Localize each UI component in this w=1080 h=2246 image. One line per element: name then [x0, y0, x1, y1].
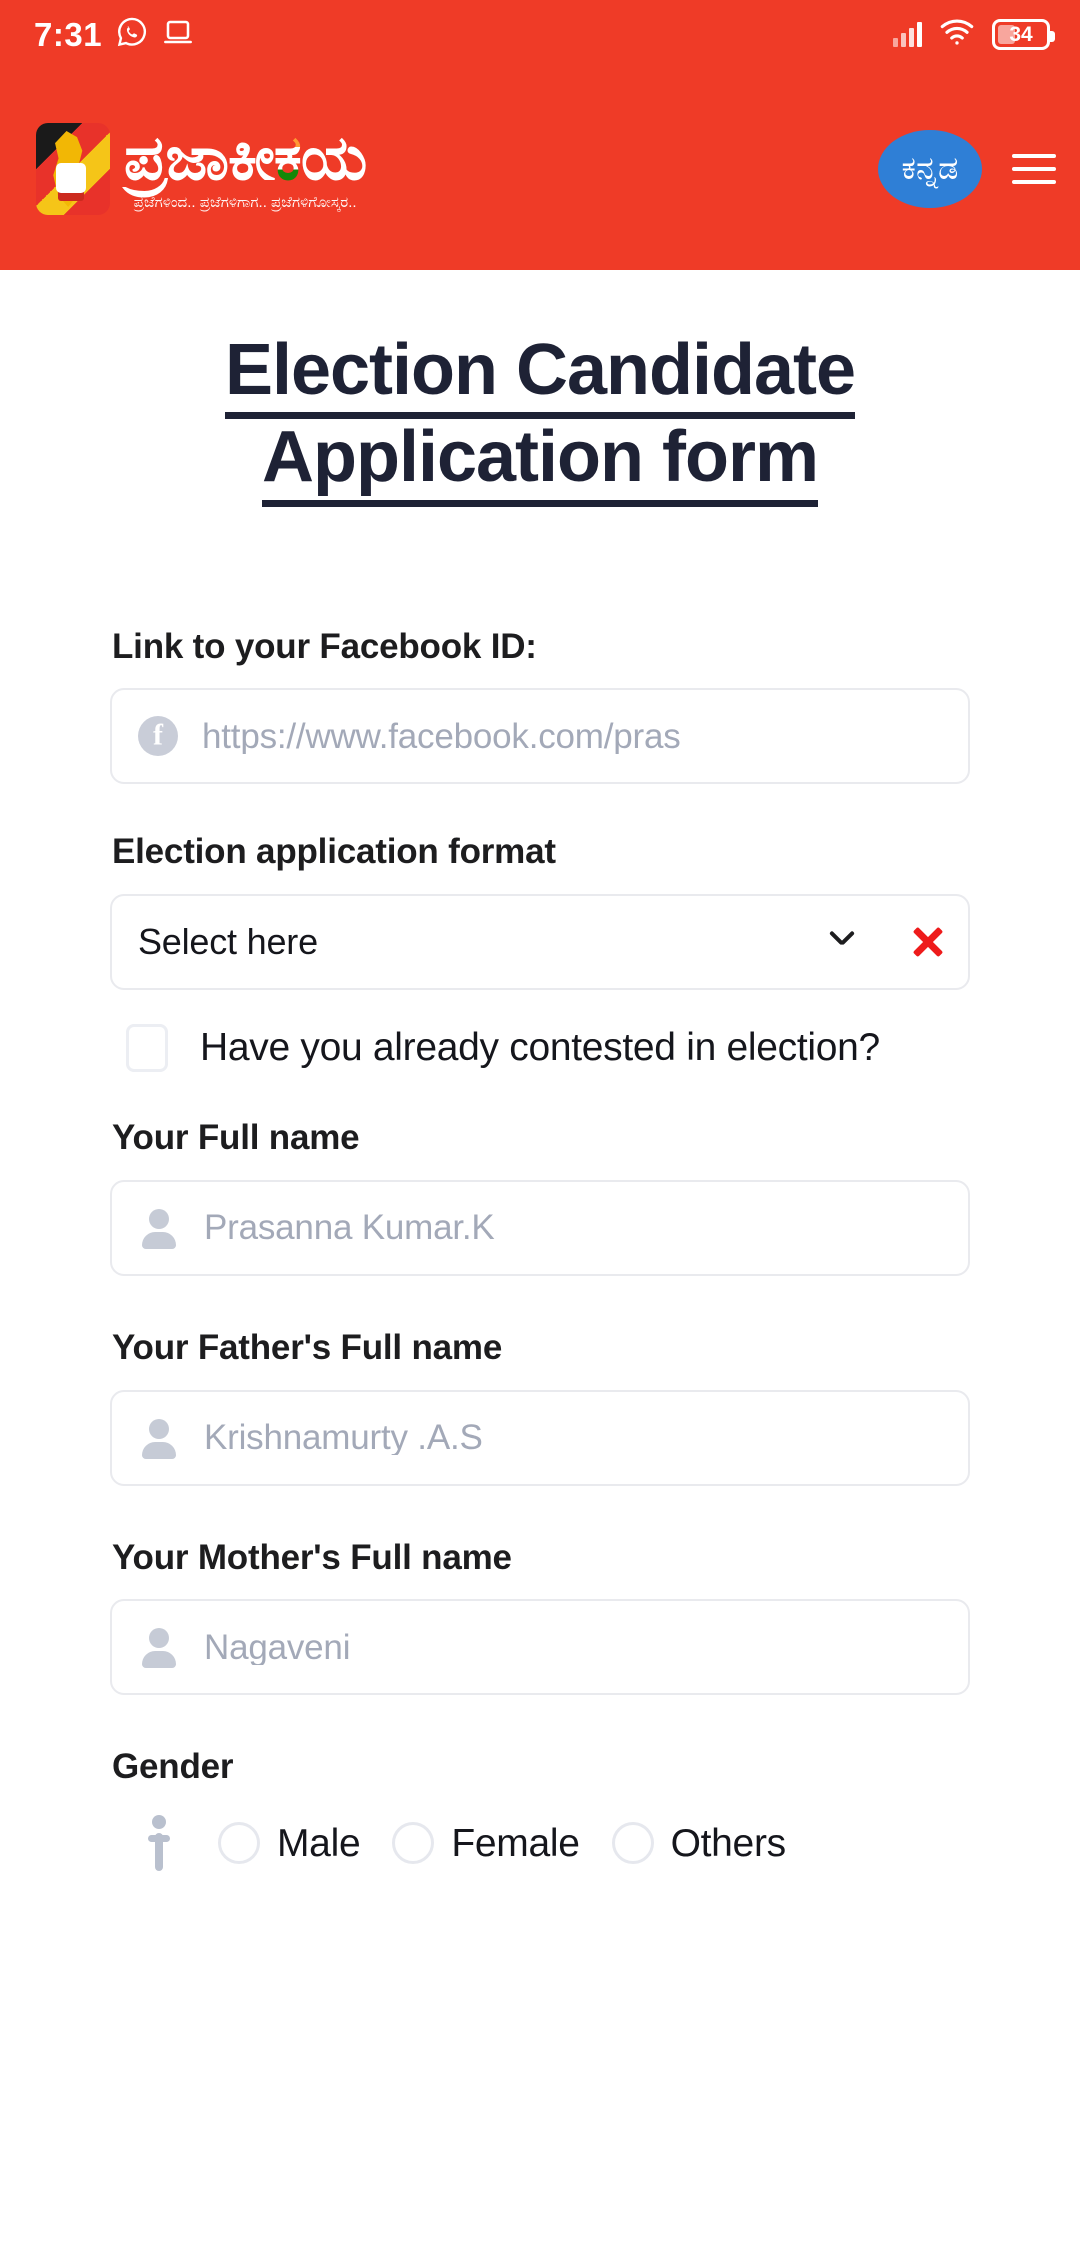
contested-checkbox[interactable]: [126, 1024, 168, 1073]
radio-others[interactable]: [611, 1822, 654, 1865]
radio-male[interactable]: [218, 1822, 260, 1865]
gender-option-male[interactable]: Male: [218, 1821, 361, 1865]
field-gender: Gender Male Female Others: [110, 1745, 970, 1872]
field-election-format: Election application format Select here: [110, 830, 970, 991]
language-toggle-button[interactable]: ಕನ್ನಡ: [878, 130, 982, 208]
radio-female-label: Female: [451, 1821, 580, 1865]
facebook-input[interactable]: https://www.facebook.com/pras: [110, 688, 970, 785]
contested-checkbox-row[interactable]: Have you already contested in election?: [126, 1024, 970, 1073]
person-standing-icon: [146, 1815, 172, 1872]
full-name-label: Your Full name: [112, 1118, 360, 1158]
field-mother-name: Your Mother's Full name Nagaveni: [110, 1536, 970, 1696]
battery-icon: 34: [992, 18, 1055, 50]
contested-checkbox-label: Have you already contested in election?: [200, 1025, 880, 1069]
election-format-label: Election application format: [112, 832, 556, 872]
full-name-input[interactable]: Prasanna Kumar.K: [110, 1179, 970, 1276]
status-bar-right: 34: [893, 17, 1055, 52]
mother-name-placeholder: Nagaveni: [204, 1629, 351, 1665]
whatsapp-icon: [116, 16, 148, 53]
close-x-icon[interactable]: [910, 924, 946, 960]
laptop-icon: [162, 16, 194, 53]
brand-title: ಪ್ರಜಾಕೀಕಯ: [124, 123, 367, 193]
brand-title-flag-char: ಕ: [273, 123, 302, 193]
radio-male-label: Male: [277, 1821, 361, 1865]
gender-option-others[interactable]: Others: [611, 1821, 787, 1865]
father-name-label: Your Father's Full name: [112, 1327, 503, 1367]
gender-options: Male Female Others: [146, 1815, 970, 1872]
election-format-value: Select here: [138, 921, 318, 963]
gender-label: Gender: [112, 1747, 234, 1787]
status-clock: 7:31: [34, 15, 103, 53]
battery-level: 34: [1009, 22, 1033, 46]
brand-tagline: ಪ್ರಜೆಗಳಿಂದ.. ಪ್ರಜೆಗಳಿಗಾಗ.. ಪ್ರಜೆಗಳಿಗೋಸ್ಕ…: [133, 194, 357, 212]
person-icon: [138, 1207, 180, 1249]
page-title-line2: Application form: [262, 419, 819, 507]
person-icon: [138, 1626, 180, 1669]
facebook-placeholder: https://www.facebook.com/pras: [202, 718, 681, 754]
radio-female[interactable]: [392, 1822, 435, 1865]
gender-option-female[interactable]: Female: [392, 1821, 580, 1865]
father-name-input[interactable]: Krishnamurty .A.S: [110, 1389, 970, 1486]
full-name-placeholder: Prasanna Kumar.K: [204, 1210, 495, 1246]
mother-name-label: Your Mother's Full name: [112, 1537, 512, 1577]
field-full-name: Your Full name Prasanna Kumar.K: [110, 1116, 970, 1276]
radio-others-label: Others: [670, 1821, 787, 1865]
app-header: ಪ್ರಜಾಕೀಕಯ ಪ್ರಜೆಗಳಿಂದ.. ಪ್ರಜೆಗಳಿಗಾಗ.. ಪ್ರ…: [0, 68, 1080, 270]
signal-bars-icon: [893, 21, 922, 47]
election-application-form: Link to your Facebook ID: https://www.fa…: [0, 625, 1080, 1872]
brand-title-part1: ಪ್ರಜಾಕೀ: [124, 123, 275, 193]
brand-logo[interactable]: ಪ್ರಜಾಕೀಕಯ ಪ್ರಜೆಗಳಿಂದ.. ಪ್ರಜೆಗಳಿಗಾಗ.. ಪ್ರ…: [36, 123, 878, 215]
brand-title-part2: ಯ: [300, 123, 367, 193]
status-bar-left: 7:31: [34, 16, 194, 53]
field-facebook: Link to your Facebook ID: https://www.fa…: [110, 625, 970, 785]
mother-name-input[interactable]: Nagaveni: [110, 1599, 970, 1696]
chevron-down-icon[interactable]: [828, 928, 856, 956]
status-bar: 7:31 34: [0, 0, 1080, 68]
page-content: Election Candidate Application form Link…: [0, 270, 1080, 1922]
page-title: Election Candidate Application form: [0, 270, 1080, 507]
prajakeeya-emblem-icon: [36, 123, 110, 215]
facebook-label: Link to your Facebook ID:: [112, 626, 537, 666]
hamburger-menu-icon[interactable]: [1012, 154, 1056, 184]
field-father-name: Your Father's Full name Krishnamurty .A.…: [110, 1326, 970, 1486]
father-name-placeholder: Krishnamurty .A.S: [204, 1420, 483, 1456]
brand-text: ಪ್ರಜಾಕೀಕಯ ಪ್ರಜೆಗಳಿಂದ.. ಪ್ರಜೆಗಳಿಗಾಗ.. ಪ್ರ…: [124, 123, 367, 212]
page-title-line1: Election Candidate: [224, 332, 856, 420]
wifi-icon: [938, 17, 976, 52]
election-format-select[interactable]: Select here: [110, 894, 970, 991]
person-icon: [138, 1417, 180, 1459]
facebook-icon: [138, 716, 178, 757]
